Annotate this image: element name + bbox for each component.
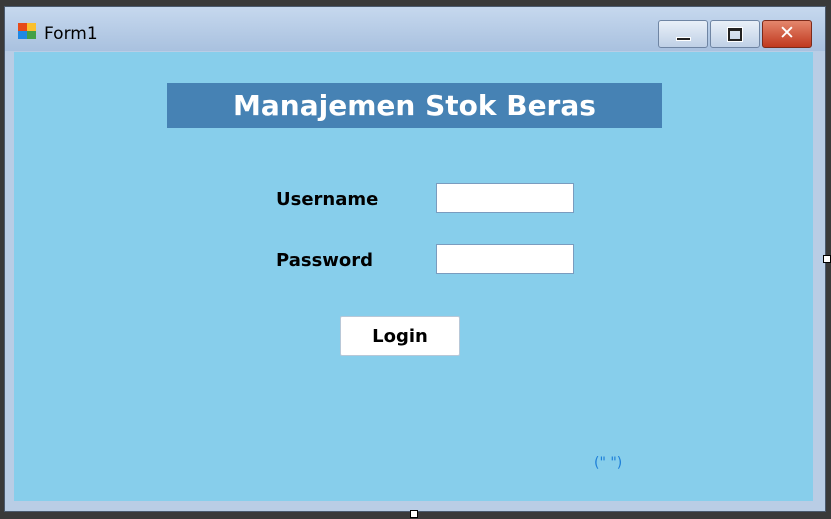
page-title: Manajemen Stok Beras (233, 89, 596, 122)
windows-form-icon (18, 23, 36, 41)
maximize-button[interactable] (710, 20, 760, 48)
login-button[interactable]: Login (340, 316, 460, 356)
title-bar[interactable]: Form1 ✕ (5, 7, 825, 51)
minimize-icon (676, 37, 691, 41)
close-icon: ✕ (779, 22, 795, 44)
password-input[interactable] (436, 244, 574, 274)
username-input[interactable] (436, 183, 574, 213)
close-button[interactable]: ✕ (762, 20, 812, 48)
resize-handle-bottom[interactable] (410, 510, 418, 518)
resize-handle-right[interactable] (823, 255, 831, 263)
password-label: Password (276, 250, 374, 271)
maximize-icon (727, 27, 743, 42)
status-label: (" ") (594, 455, 623, 471)
minimize-button[interactable] (658, 20, 708, 48)
heading-banner: Manajemen Stok Beras (167, 83, 662, 128)
form-window: Form1 ✕ Manajemen Stok Beras Username Pa… (4, 6, 826, 512)
form-client-area: Manajemen Stok Beras Username Password L… (14, 52, 813, 501)
username-label: Username (276, 189, 379, 210)
window-title: Form1 (44, 24, 98, 44)
